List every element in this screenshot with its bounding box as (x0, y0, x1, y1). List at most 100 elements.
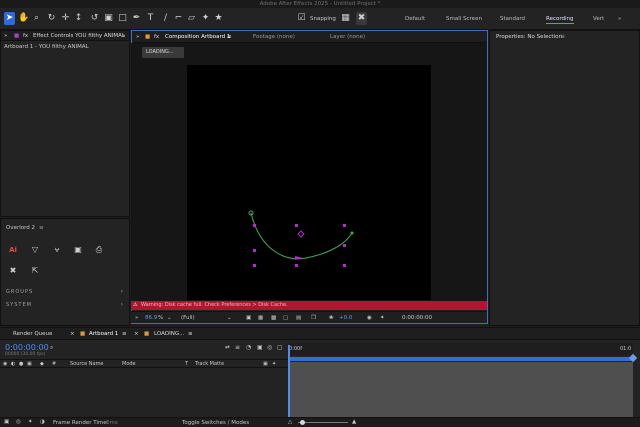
orbit-tool-icon[interactable]: ↻ (46, 12, 57, 25)
color-management-icon[interactable]: ❀ (329, 315, 334, 321)
rotate-tool-icon[interactable]: ↺ (89, 12, 100, 25)
zoom-dropdown-icon[interactable]: ⌄ (167, 315, 172, 321)
system-section[interactable]: SYSTEM (6, 302, 32, 308)
work-area-bar[interactable] (289, 357, 633, 361)
groups-chevron-icon[interactable]: › (121, 288, 123, 295)
selection-tool-icon[interactable]: ➤ (4, 12, 15, 25)
zoom-out-icon[interactable]: △ (288, 419, 292, 425)
tab-overflow-icon[interactable]: » (122, 33, 125, 39)
pan-tool-icon[interactable]: ✛ (60, 12, 71, 25)
hand-tool-icon[interactable]: ✋ (18, 12, 29, 25)
dolly-tool-icon[interactable]: ↕ (73, 12, 84, 25)
handle-square[interactable] (343, 264, 346, 267)
handle-square[interactable] (295, 224, 298, 227)
tab-footage[interactable]: Footage (none) (253, 34, 295, 40)
zoom-tool-icon[interactable]: ⌕ (31, 12, 42, 25)
status-stopwatch-icon[interactable]: ◑ (40, 419, 45, 425)
column-mode[interactable]: Mode (122, 361, 136, 367)
tab-composition[interactable]: Composition Artboard 1 (165, 34, 230, 40)
tab-render-queue[interactable]: Render Queue (13, 331, 52, 337)
brush-tool-icon[interactable]: ∕ (160, 12, 171, 25)
export-icon[interactable]: ⇱ (29, 265, 41, 277)
eraser-tool-icon[interactable]: ▱ (186, 12, 197, 25)
frame-blending-icon[interactable]: ▣ (257, 344, 263, 351)
timeline-close-icon[interactable]: × (70, 331, 75, 337)
effect-controls-tab[interactable]: Effect Controls YOU filthy ANIMAL (33, 33, 125, 39)
status-mask-icon[interactable]: ◎ (16, 419, 21, 425)
workspace-standard[interactable]: Standard (500, 16, 525, 22)
workspace-default[interactable]: Default (405, 16, 425, 22)
tab-artboard[interactable]: Artboard 1 (89, 331, 118, 337)
column-track-matte[interactable]: Track Matte (195, 361, 224, 367)
loading-tab-close-icon[interactable]: × (134, 331, 139, 337)
always-preview-icon[interactable]: » (135, 315, 138, 321)
zoom-value[interactable]: 86.9 (145, 315, 157, 321)
workspace-vert[interactable]: Vert (593, 16, 604, 22)
resolution-dropdown[interactable]: (Full) (181, 315, 195, 321)
anchor-point-icon[interactable] (297, 230, 305, 238)
comp-tab-menu-icon[interactable]: ≡ (227, 34, 232, 40)
status-flowchart-icon[interactable]: ✦ (28, 419, 33, 425)
shy-layers-icon[interactable]: ◔ (246, 344, 251, 351)
rectangle-tool-icon[interactable]: □ (117, 12, 128, 25)
document-icon[interactable]: ⎙ (93, 244, 105, 256)
motion-blur-icon[interactable]: ◎ (267, 344, 272, 351)
timeline-tab-menu-icon[interactable]: ≡ (122, 331, 127, 337)
properties-menu-icon[interactable]: ≡ (560, 33, 565, 40)
workspace-recording[interactable]: Recording (546, 16, 574, 24)
timeline-zoom-thumb[interactable] (300, 420, 305, 425)
transparency-grid-icon[interactable]: ▩ (271, 315, 276, 321)
workspace-small-screen[interactable]: Small Screen (446, 16, 482, 22)
mask-visibility-icon[interactable]: ▢ (283, 315, 288, 321)
frame-icon[interactable]: ▣ (72, 244, 84, 256)
show-snapshot-icon[interactable]: ✦ (380, 315, 385, 321)
region-of-interest-icon[interactable]: ▦ (258, 315, 263, 321)
fit-icon[interactable]: ▣ (246, 315, 251, 321)
pull-icon[interactable]: ⩝ (51, 244, 63, 256)
timeline-track-area[interactable] (289, 362, 633, 417)
tab-layer[interactable]: Layer (none) (330, 34, 365, 40)
bezier-path-overlay[interactable] (240, 200, 360, 275)
handle-square[interactable] (343, 244, 346, 247)
puppet-tool-icon[interactable]: ★ (213, 12, 224, 25)
handle-square[interactable] (253, 264, 256, 267)
path-end-point[interactable] (350, 231, 354, 235)
timeline-timecode[interactable]: 0:00:00:00 (5, 343, 49, 352)
graph-editor-icon[interactable]: ▢ (277, 344, 283, 351)
exposure-value[interactable]: +0.0 (339, 315, 352, 321)
pan-behind-tool-icon[interactable]: ▣ (103, 12, 114, 25)
pen-tool-icon[interactable]: ✒ (131, 12, 142, 25)
comp-mini-flowchart-icon[interactable]: ⮂ (225, 344, 230, 352)
handle-square[interactable] (253, 224, 256, 227)
viewer-timecode[interactable]: 0:00:00:00 (402, 315, 432, 321)
tab-loading[interactable]: LOADING... (154, 331, 184, 337)
snapshot-icon[interactable]: ◉ (367, 315, 372, 321)
clone-stamp-tool-icon[interactable]: ⌐ (173, 12, 184, 25)
status-composition-icon[interactable]: ▣ (4, 419, 9, 425)
zoom-in-icon[interactable]: ▲ (352, 419, 356, 425)
snap-grid-icon[interactable]: ✖ (356, 12, 367, 25)
handle-square[interactable] (253, 249, 256, 252)
resolution-dropdown-icon[interactable]: ⌄ (227, 315, 232, 321)
column-source-name[interactable]: Source Name (70, 361, 104, 367)
column-t[interactable]: T (185, 361, 188, 367)
playhead[interactable] (288, 345, 290, 417)
layer-search-icon[interactable]: ⌕ (50, 344, 53, 352)
timeline-zoom-slider[interactable] (298, 422, 348, 423)
fast-preview-icon[interactable]: ❐ (311, 315, 316, 321)
push-down-icon[interactable]: ▽ (29, 244, 41, 256)
type-tool-icon[interactable]: T (145, 12, 156, 25)
workspace-overflow-icon[interactable]: » (618, 16, 621, 22)
snap-options-icon[interactable]: ▦ (340, 12, 351, 25)
loading-tab-menu-icon[interactable]: ≡ (188, 331, 193, 337)
3d-view-icon[interactable]: ▤ (296, 315, 301, 321)
illustrator-icon[interactable]: Ai (7, 244, 19, 256)
toggle-switches-modes[interactable]: Toggle Switches / Modes (182, 420, 249, 426)
system-chevron-icon[interactable]: › (121, 301, 123, 308)
split-icon[interactable]: ✖ (7, 265, 19, 277)
handle-square[interactable] (295, 264, 298, 267)
roto-brush-tool-icon[interactable]: ✦ (200, 12, 211, 25)
draft-3d-icon[interactable]: ≡ (235, 344, 240, 351)
panel-menu-icon[interactable]: » (4, 33, 7, 39)
groups-section[interactable]: GROUPS (6, 289, 33, 295)
